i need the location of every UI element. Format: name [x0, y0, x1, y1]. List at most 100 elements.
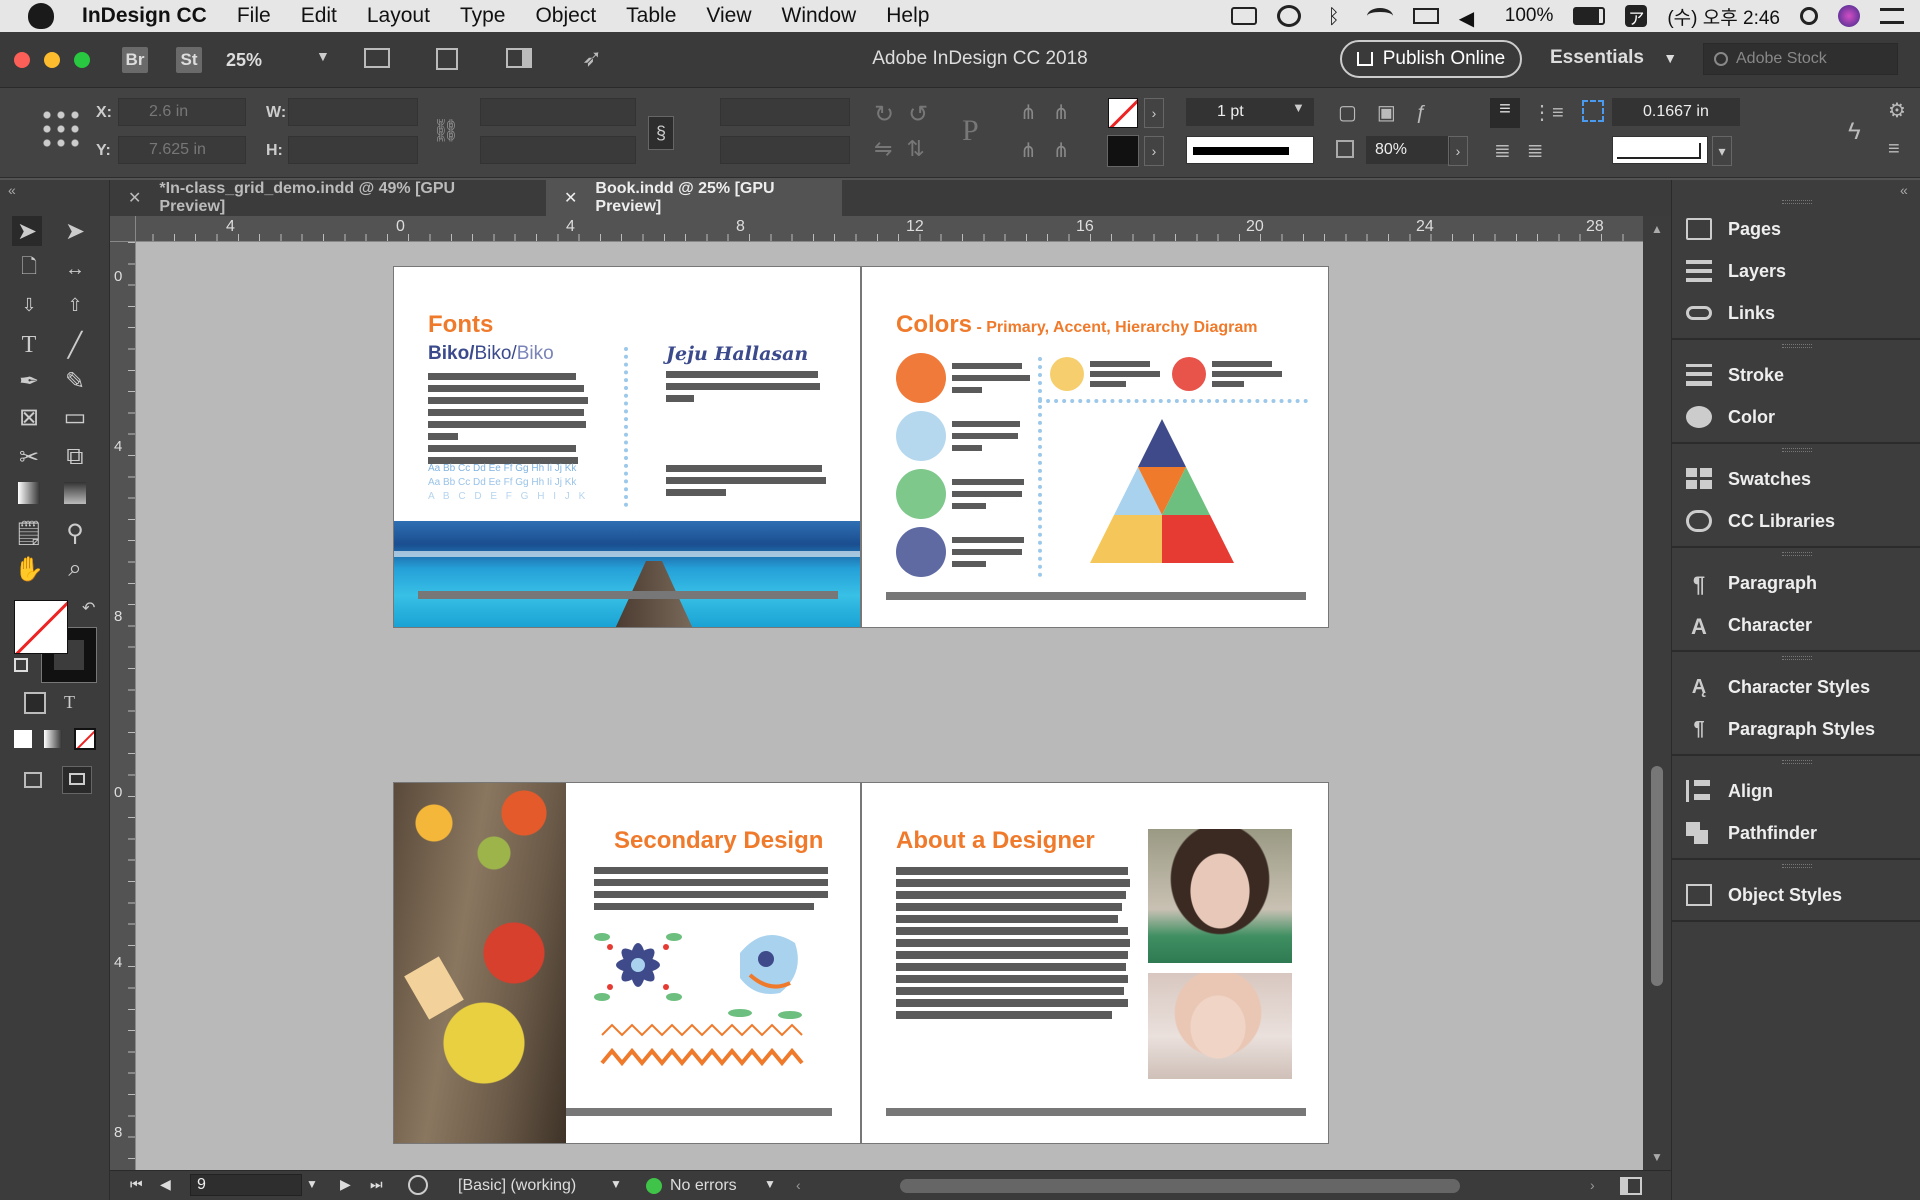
expand-panels-icon[interactable]: « [1900, 182, 1908, 198]
scroll-right-icon[interactable]: › [1590, 1177, 1595, 1193]
rotate-icons[interactable]: ↻↺ [874, 100, 942, 129]
panel-stroke[interactable]: Stroke [1686, 356, 1784, 394]
first-page-icon[interactable]: ⏮ [130, 1176, 143, 1193]
panel-grip[interactable] [1782, 864, 1812, 868]
siri-icon[interactable] [1838, 5, 1860, 27]
creative-cloud-icon[interactable] [1276, 5, 1301, 27]
fill-swatch[interactable] [1108, 98, 1138, 128]
open-page-icon[interactable] [408, 1175, 428, 1195]
panel-grip[interactable] [1782, 448, 1812, 452]
gap-tool-icon[interactable] [1582, 100, 1604, 122]
workspace-switcher[interactable]: Essentials ▼ [1550, 47, 1677, 69]
fill-menu-arrow[interactable]: › [1144, 98, 1164, 128]
scale-x-field[interactable] [480, 98, 636, 126]
align-icons[interactable]: ≣≣ [1494, 138, 1560, 163]
panel-paragraph-styles[interactable]: ¶ Paragraph Styles [1686, 710, 1875, 748]
default-fill-stroke-icon[interactable] [14, 658, 28, 672]
panel-pages[interactable]: Pages [1686, 210, 1781, 248]
scroll-down-icon[interactable]: ▼ [1651, 1150, 1663, 1164]
ocean-pier-photo[interactable] [394, 521, 860, 627]
apply-none-icon[interactable] [74, 728, 96, 750]
zoom-tool-icon[interactable]: ⌕ [60, 554, 90, 584]
designer-photo-adult[interactable] [1148, 829, 1292, 963]
selection-tool-icon[interactable]: ➤ [12, 216, 42, 246]
input-method-icon[interactable]: ア [1625, 5, 1648, 28]
preflight-profile[interactable]: [Basic] (working) [458, 1177, 576, 1195]
stroke-swatch[interactable] [1107, 135, 1139, 167]
control-panel-options-icon[interactable]: ≡ [1888, 138, 1900, 161]
content-collector-icon[interactable]: ⇩ [14, 290, 44, 320]
rectangle-frame-tool-icon[interactable]: ⊠ [14, 402, 44, 432]
scroll-thumb[interactable] [1651, 766, 1663, 986]
x-field[interactable]: 2.6 in [118, 98, 246, 126]
bluetooth-icon[interactable]: ᛒ [1321, 6, 1347, 28]
wifi-icon[interactable] [1366, 8, 1393, 24]
opacity-arrow[interactable]: › [1448, 136, 1468, 166]
tab-book[interactable]: ✕ Book.indd @ 25% [GPU Preview] [546, 180, 842, 216]
normal-view-icon[interactable] [24, 772, 42, 788]
ruler-origin[interactable] [110, 216, 136, 242]
screen-mode-toggle-icon[interactable] [62, 766, 92, 794]
panel-swatches[interactable]: Swatches [1686, 460, 1811, 498]
page-secondary-design[interactable]: Secondary Design [393, 782, 861, 1144]
split-layout-icon[interactable] [1620, 1177, 1642, 1195]
panel-cc-libraries[interactable]: CC Libraries [1686, 502, 1835, 540]
close-tab-icon[interactable]: ✕ [128, 188, 141, 208]
battery-icon[interactable] [1573, 7, 1606, 25]
vertical-scrollbar[interactable]: ▲ ▼ [1643, 216, 1671, 1170]
menu-help[interactable]: Help [886, 4, 929, 28]
apple-menu-icon[interactable] [28, 3, 54, 29]
menu-view[interactable]: View [706, 4, 751, 28]
panel-grip[interactable] [1782, 656, 1812, 660]
panel-character-styles[interactable]: Ą Character Styles [1686, 668, 1870, 706]
close-tab-icon[interactable]: ✕ [564, 188, 577, 208]
scroll-up-icon[interactable]: ▲ [1651, 222, 1663, 236]
panel-pathfinder[interactable]: Pathfinder [1686, 814, 1817, 852]
page-fonts[interactable]: Fonts Biko/Biko/Biko Aa Bb Cc Dd Ee Ff G… [393, 266, 861, 628]
constrain-scale-icon[interactable]: § [648, 116, 674, 150]
scissors-tool-icon[interactable]: ✂ [14, 442, 44, 472]
pen-tool-icon[interactable]: ✒ [14, 366, 44, 396]
collapse-tools-icon[interactable]: « [8, 182, 16, 198]
next-page-icon[interactable]: ▶ [340, 1176, 351, 1193]
hand-tool-icon[interactable]: ✋ [14, 554, 44, 584]
preflight-status[interactable]: No errors [670, 1177, 737, 1195]
page-number-field[interactable]: 9 [190, 1174, 302, 1196]
type-tool-icon[interactable]: T [14, 330, 44, 360]
frame-fitting-icons[interactable]: ▢▣ƒ [1338, 100, 1447, 125]
panel-paragraph[interactable]: ¶ Paragraph [1686, 564, 1817, 602]
panel-grip[interactable] [1782, 200, 1812, 204]
rotation-field[interactable] [720, 98, 850, 126]
fill-color-box[interactable] [14, 600, 68, 654]
pencil-tool-icon[interactable]: ✎ [60, 366, 90, 396]
object-style-dropdown[interactable] [1612, 136, 1708, 164]
shear-field[interactable] [720, 136, 850, 164]
apply-gradient-icon[interactable] [44, 730, 62, 748]
menu-table[interactable]: Table [626, 4, 676, 28]
rectangle-tool-icon[interactable]: ▭ [60, 402, 90, 432]
object-style-arrow[interactable]: ▾ [1712, 136, 1732, 166]
h-field[interactable] [288, 136, 418, 164]
eyedropper-tool-icon[interactable]: ⚲ [60, 518, 90, 548]
constrain-proportions-icon[interactable]: ⛓ [432, 118, 460, 144]
page-colors[interactable]: Colors - Primary, Accent, Hierarchy Diag… [861, 266, 1329, 628]
panel-links[interactable]: Links [1686, 294, 1775, 332]
panel-grip[interactable] [1782, 344, 1812, 348]
airplay-icon[interactable] [1412, 8, 1439, 24]
control-panel-menu-icon[interactable]: ⚙ [1888, 98, 1906, 123]
horizontal-scroll-thumb[interactable] [900, 1179, 1460, 1193]
scale-y-field[interactable] [480, 136, 636, 164]
tab-in-class-grid-demo[interactable]: ✕ *In-class_grid_demo.indd @ 49% [GPU Pr… [110, 180, 540, 216]
menu-object[interactable]: Object [535, 4, 596, 28]
previous-page-icon[interactable]: ◀ [160, 1176, 171, 1193]
panel-align[interactable]: Align [1686, 772, 1773, 810]
designer-photo-child[interactable] [1148, 973, 1292, 1079]
app-menu[interactable]: InDesign CC [82, 4, 207, 28]
adobe-stock-search[interactable]: Adobe Stock [1703, 43, 1898, 75]
free-transform-tool-icon[interactable]: ⧉ [60, 442, 90, 472]
preflight-menu-icon[interactable]: ▼ [764, 1177, 776, 1191]
scroll-left-icon[interactable]: ‹ [796, 1177, 801, 1193]
page-dropdown-icon[interactable]: ▼ [306, 1177, 318, 1191]
formatting-text-icon[interactable]: T [64, 692, 75, 713]
opacity-field[interactable]: 80% [1366, 136, 1450, 164]
